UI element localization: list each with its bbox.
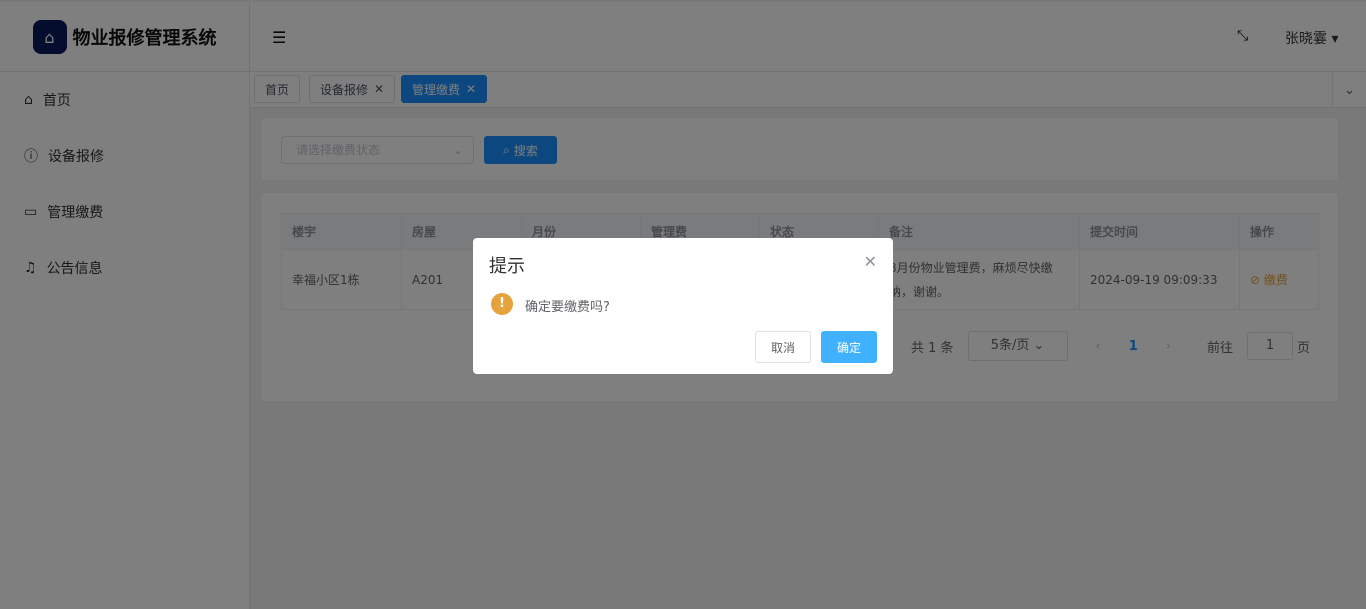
cancel-button[interactable]: 取消 <box>755 331 811 363</box>
confirm-button[interactable]: 确定 <box>821 331 877 363</box>
confirm-dialog: 提示 ✕ ! 确定要缴费吗? 取消 确定 <box>473 238 893 374</box>
confirm-label: 确定 <box>836 340 861 355</box>
dialog-message: 确定要缴费吗? <box>525 300 610 315</box>
close-icon[interactable]: ✕ <box>864 252 877 271</box>
warning-icon: ! <box>491 293 513 315</box>
dialog-title: 提示 <box>489 256 525 277</box>
cancel-label: 取消 <box>770 340 795 355</box>
